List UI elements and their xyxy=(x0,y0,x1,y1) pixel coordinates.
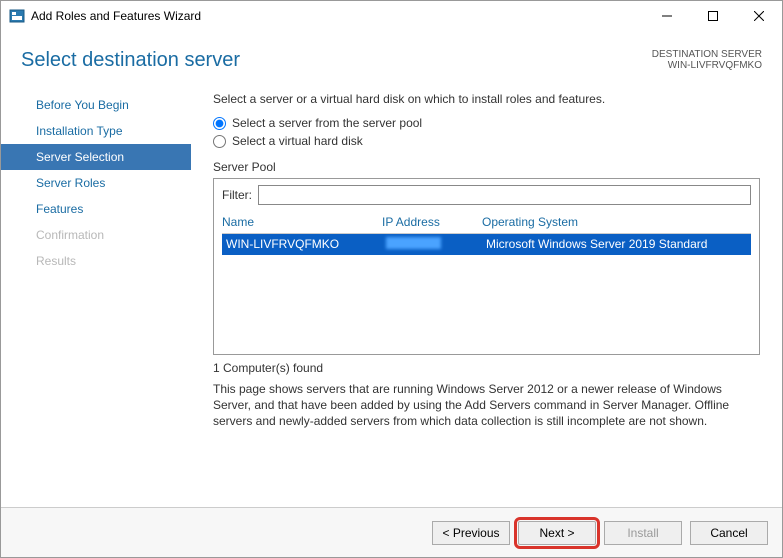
next-button[interactable]: Next > xyxy=(518,521,596,545)
row-ip xyxy=(386,237,486,252)
wizard-footer: < Previous Next > Install Cancel xyxy=(1,507,782,557)
radio-server-pool[interactable]: Select a server from the server pool xyxy=(213,116,760,130)
radio-vhd[interactable]: Select a virtual hard disk xyxy=(213,134,760,148)
radio-vhd-input[interactable] xyxy=(213,135,226,148)
grid-header: Name IP Address Operating System xyxy=(222,211,751,234)
radio-server-pool-label: Select a server from the server pool xyxy=(232,116,422,130)
close-button[interactable] xyxy=(736,1,782,31)
server-row[interactable]: WIN-LIVFRVQFMKO Microsoft Windows Server… xyxy=(222,234,751,255)
col-header-os[interactable]: Operating System xyxy=(482,215,751,229)
note-text: This page shows servers that are running… xyxy=(213,381,760,430)
sidebar-item-features[interactable]: Features xyxy=(1,196,191,222)
destination-label: DESTINATION SERVER xyxy=(652,49,762,60)
main-panel: Select a server or a virtual hard disk o… xyxy=(191,82,782,430)
row-os: Microsoft Windows Server 2019 Standard xyxy=(486,237,747,252)
sidebar-item-installation-type[interactable]: Installation Type xyxy=(1,118,191,144)
destination-info: DESTINATION SERVER WIN-LIVFRVQFMKO xyxy=(652,49,762,71)
previous-button[interactable]: < Previous xyxy=(432,521,510,545)
sidebar-item-before-you-begin[interactable]: Before You Begin xyxy=(1,92,191,118)
radio-server-pool-input[interactable] xyxy=(213,117,226,130)
intro-text: Select a server or a virtual hard disk o… xyxy=(213,92,760,106)
page-header: Select destination server DESTINATION SE… xyxy=(1,31,782,82)
install-button: Install xyxy=(604,521,682,545)
server-pool-label: Server Pool xyxy=(213,160,760,174)
titlebar: Add Roles and Features Wizard xyxy=(1,1,782,31)
col-header-ip[interactable]: IP Address xyxy=(382,215,482,229)
minimize-button[interactable] xyxy=(644,1,690,31)
ip-redacted xyxy=(386,237,441,249)
page-title: Select destination server xyxy=(21,49,240,72)
sidebar-item-results: Results xyxy=(1,248,191,274)
filter-input[interactable] xyxy=(258,185,751,205)
app-icon xyxy=(9,8,25,24)
destination-value: WIN-LIVFRVQFMKO xyxy=(652,60,762,71)
sidebar-item-server-roles[interactable]: Server Roles xyxy=(1,170,191,196)
server-pool-box: Filter: Name IP Address Operating System… xyxy=(213,178,760,355)
window-title: Add Roles and Features Wizard xyxy=(31,9,644,23)
sidebar-item-server-selection[interactable]: Server Selection xyxy=(1,144,191,170)
cancel-button[interactable]: Cancel xyxy=(690,521,768,545)
wizard-sidebar: Before You Begin Installation Type Serve… xyxy=(1,82,191,430)
radio-vhd-label: Select a virtual hard disk xyxy=(232,134,363,148)
sidebar-item-confirmation: Confirmation xyxy=(1,222,191,248)
row-name: WIN-LIVFRVQFMKO xyxy=(226,237,386,252)
computers-found: 1 Computer(s) found xyxy=(213,361,760,375)
grid-body: WIN-LIVFRVQFMKO Microsoft Windows Server… xyxy=(222,234,751,354)
filter-label: Filter: xyxy=(222,188,252,202)
window-controls xyxy=(644,1,782,31)
maximize-button[interactable] xyxy=(690,1,736,31)
col-header-name[interactable]: Name xyxy=(222,215,382,229)
